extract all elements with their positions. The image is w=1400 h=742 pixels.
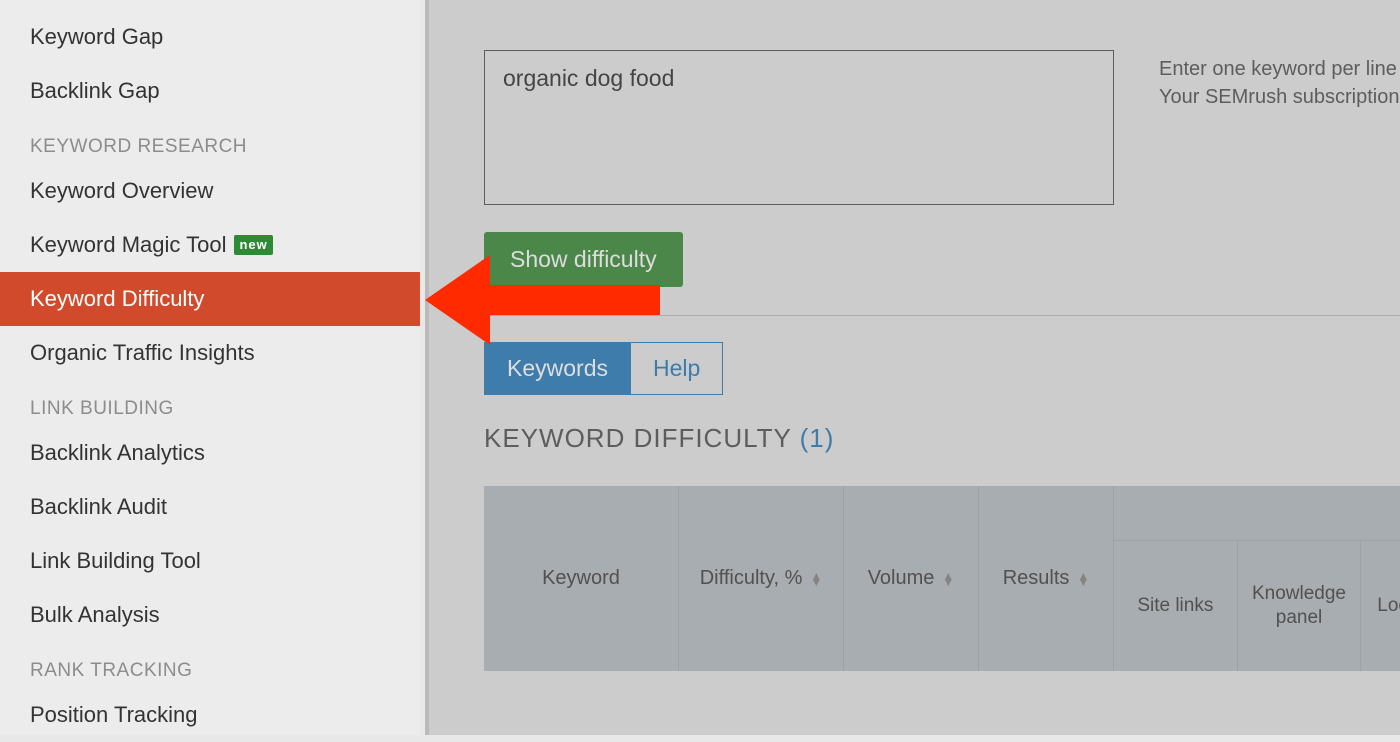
sidebar-item-link-building-tool[interactable]: Link Building Tool bbox=[0, 534, 420, 588]
sidebar-item-keyword-magic-tool[interactable]: Keyword Magic Tool new bbox=[0, 218, 420, 272]
results-table-header: Keyword Difficulty, % ▲▼ Volume ▲▼ Resul… bbox=[484, 486, 1400, 671]
sidebar-heading-keyword-research: KEYWORD RESEARCH bbox=[0, 118, 420, 164]
divider bbox=[484, 315, 1400, 316]
sidebar-item-bulk-analysis[interactable]: Bulk Analysis bbox=[0, 588, 420, 642]
keyword-textarea[interactable] bbox=[484, 50, 1114, 205]
sidebar-item-organic-traffic-insights[interactable]: Organic Traffic Insights bbox=[0, 326, 420, 380]
section-count: (1) bbox=[800, 423, 835, 453]
hint-text: Enter one keyword per line Your SEMrush … bbox=[1159, 55, 1400, 111]
sidebar-item-keyword-difficulty[interactable]: Keyword Difficulty bbox=[0, 272, 420, 326]
sort-icon: ▲▼ bbox=[1077, 573, 1089, 585]
th-results[interactable]: Results ▲▼ bbox=[979, 486, 1114, 671]
sort-icon: ▲▼ bbox=[942, 573, 954, 585]
hint-line-2: Your SEMrush subscription bbox=[1159, 83, 1400, 111]
new-badge: new bbox=[234, 235, 272, 255]
show-difficulty-button[interactable]: Show difficulty bbox=[484, 232, 683, 287]
th-difficulty-label: Difficulty, % bbox=[700, 567, 803, 590]
th-difficulty[interactable]: Difficulty, % ▲▼ bbox=[679, 486, 844, 671]
sidebar-item-backlink-audit[interactable]: Backlink Audit bbox=[0, 480, 420, 534]
tab-keywords[interactable]: Keywords bbox=[484, 342, 631, 395]
tabs: Keywords Help bbox=[484, 342, 1400, 395]
sidebar-heading-rank-tracking: RANK TRACKING bbox=[0, 642, 420, 688]
section-title: KEYWORD DIFFICULTY (1) bbox=[484, 423, 1400, 454]
sidebar-item-backlink-analytics[interactable]: Backlink Analytics bbox=[0, 426, 420, 480]
sort-icon: ▲▼ bbox=[810, 573, 822, 585]
sidebar-item-keyword-gap[interactable]: Keyword Gap bbox=[0, 10, 420, 64]
th-volume[interactable]: Volume ▲▼ bbox=[844, 486, 979, 671]
th-knowledge-panel[interactable]: Knowledge panel bbox=[1238, 541, 1362, 671]
hint-line-1: Enter one keyword per line bbox=[1159, 55, 1400, 83]
sidebar-item-backlink-gap[interactable]: Backlink Gap bbox=[0, 64, 420, 118]
section-title-text: KEYWORD DIFFICULTY bbox=[484, 423, 800, 453]
sidebar-item-label: Keyword Magic Tool bbox=[30, 232, 226, 258]
th-keyword[interactable]: Keyword bbox=[484, 486, 679, 671]
th-results-label: Results bbox=[1003, 567, 1070, 590]
main-panel: Enter one keyword per line Your SEMrush … bbox=[425, 0, 1400, 735]
sidebar-heading-link-building: LINK BUILDING bbox=[0, 380, 420, 426]
th-keyword-label: Keyword bbox=[542, 567, 620, 590]
th-site-links[interactable]: Site links bbox=[1114, 541, 1238, 671]
th-serp-features: Site links Knowledge panel Local pack bbox=[1114, 486, 1400, 671]
sidebar: Keyword Gap Backlink Gap KEYWORD RESEARC… bbox=[0, 0, 420, 735]
th-volume-label: Volume bbox=[868, 567, 935, 590]
tab-help[interactable]: Help bbox=[631, 342, 723, 395]
sidebar-item-keyword-overview[interactable]: Keyword Overview bbox=[0, 164, 420, 218]
sidebar-item-position-tracking[interactable]: Position Tracking bbox=[0, 688, 420, 742]
th-local-pack[interactable]: Local pack bbox=[1361, 541, 1400, 671]
